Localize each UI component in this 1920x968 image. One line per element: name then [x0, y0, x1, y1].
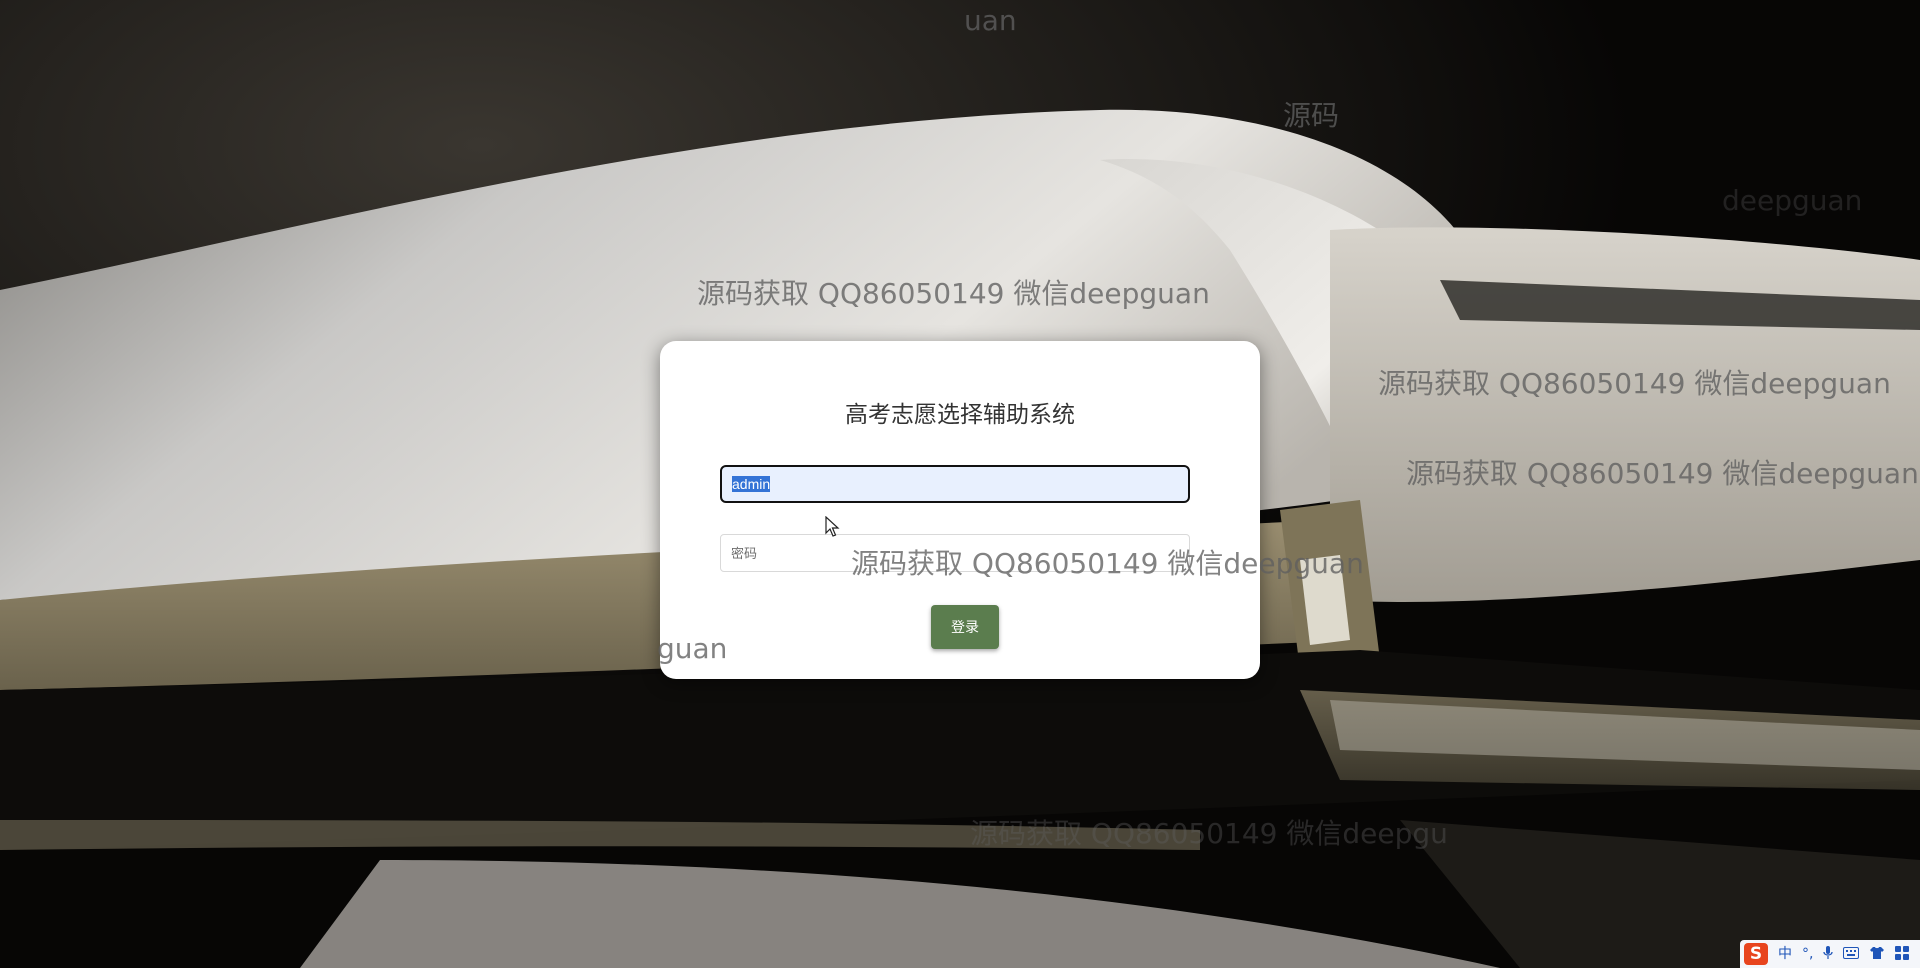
- microphone-icon[interactable]: [1823, 945, 1834, 963]
- toolbox-icon[interactable]: [1895, 945, 1910, 963]
- keyboard-icon[interactable]: [1843, 946, 1860, 962]
- ime-punctuation-toggle[interactable]: °,: [1802, 947, 1813, 961]
- username-input[interactable]: [720, 465, 1190, 503]
- ime-mode-chinese[interactable]: 中: [1778, 947, 1792, 961]
- password-input[interactable]: [720, 534, 1190, 572]
- mouse-pointer-icon: [825, 515, 841, 542]
- sogou-logo-icon[interactable]: S: [1744, 943, 1768, 965]
- login-card: 高考志愿选择辅助系统 登录: [660, 341, 1260, 679]
- ime-toolbar: S 中 °,: [1740, 940, 1920, 968]
- page-title: 高考志愿选择辅助系统: [845, 402, 1075, 428]
- login-button[interactable]: 登录: [931, 605, 999, 649]
- skin-icon[interactable]: [1869, 946, 1885, 963]
